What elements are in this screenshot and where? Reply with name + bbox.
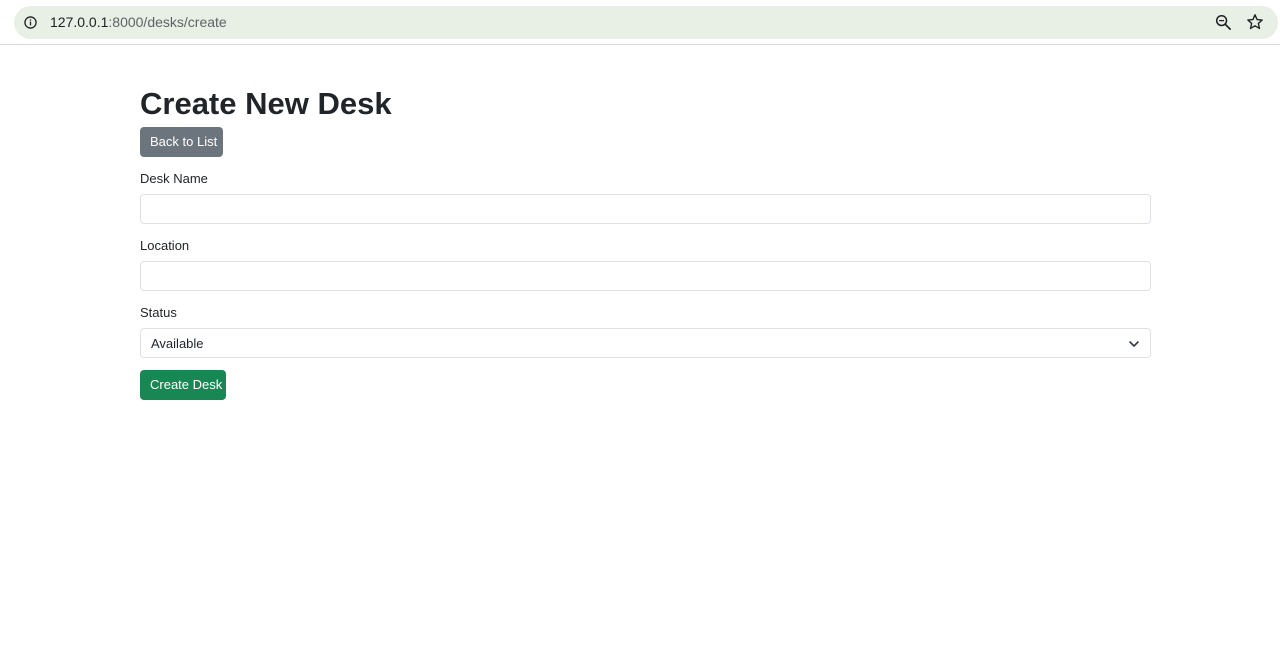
location-label: Location [140,238,190,253]
chevron-down-icon [1129,341,1139,347]
zoom-out-icon[interactable] [1215,14,1232,31]
page-title: Create New Desk [140,86,392,121]
status-selected-value: Available [151,336,204,351]
url-host: 127.0.0.1 [50,14,109,30]
url-text[interactable]: 127.0.0.1:8000/desks/create [50,14,227,31]
info-icon[interactable] [24,16,37,29]
create-desk-button[interactable]: Create Desk [140,370,226,400]
status-label: Status [140,305,177,320]
back-to-list-button[interactable]: Back to List [140,127,223,157]
location-input[interactable] [140,261,1151,291]
desk-name-input[interactable] [140,194,1151,224]
desk-name-label: Desk Name [140,171,208,186]
address-bar[interactable]: 127.0.0.1:8000/desks/create [14,6,1278,39]
browser-toolbar: 127.0.0.1:8000/desks/create [0,0,1280,45]
bookmark-star-icon[interactable] [1246,13,1264,31]
url-path: :8000/desks/create [108,14,227,30]
status-select[interactable]: Available [140,328,1151,358]
